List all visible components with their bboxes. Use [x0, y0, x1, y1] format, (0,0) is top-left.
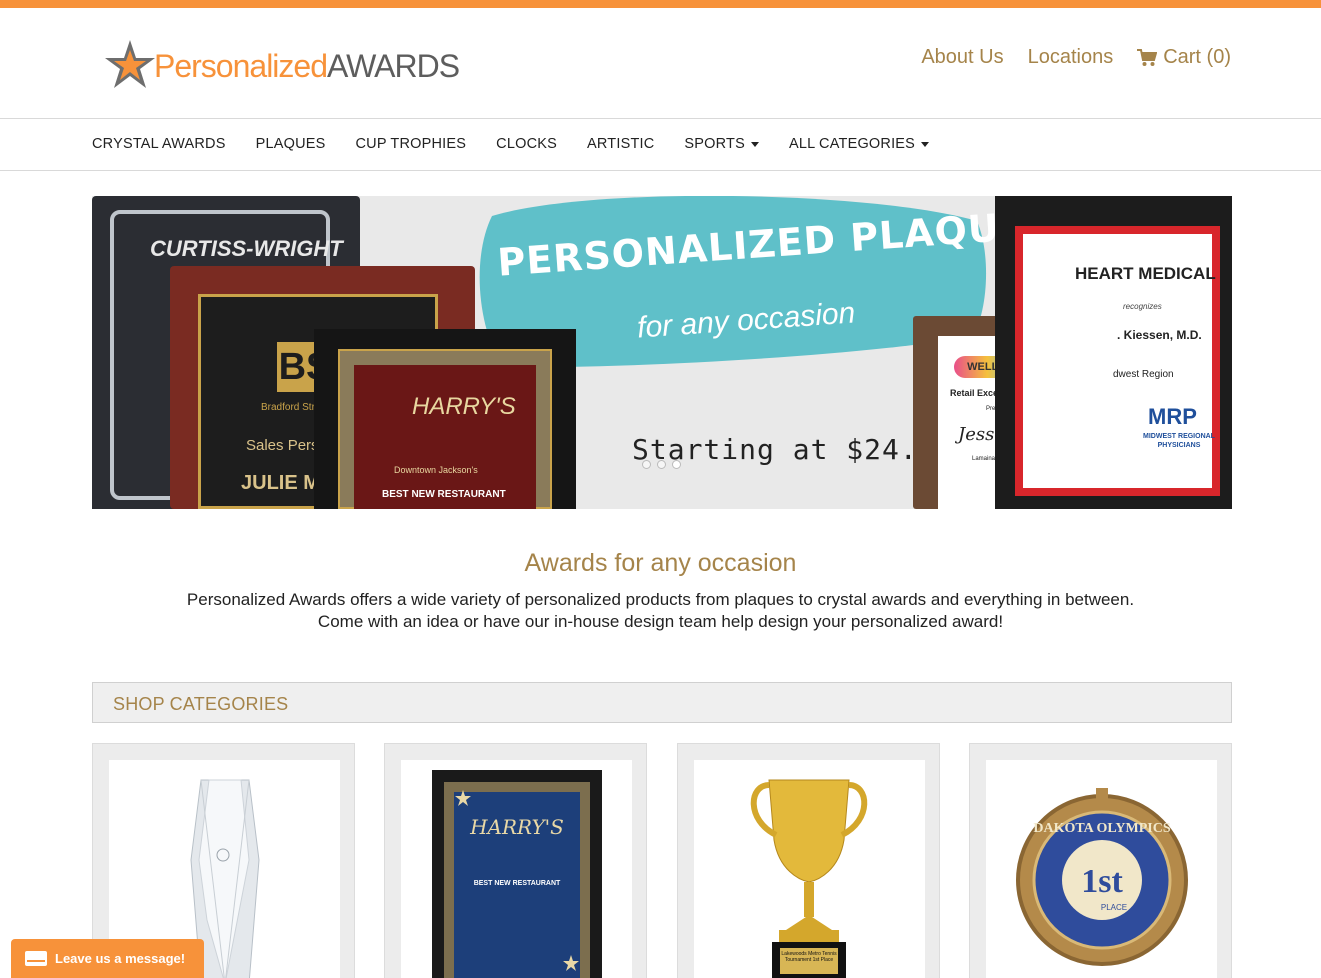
nav-label: ALL CATEGORIES — [788, 136, 916, 152]
plaque-image-red: HEART MEDICAL recognizes . Kiessen, M.D.… — [995, 196, 1232, 509]
nav-label: CRYSTAL AWARDS — [92, 136, 226, 152]
plaque-text: JULIE M — [241, 472, 320, 494]
category-nav: CRYSTAL AWARDS PLAQUES CUP TROPHIES CLOC… — [0, 120, 1321, 171]
nav-label: SPORTS — [684, 136, 745, 152]
top-accent-stripe — [0, 0, 1321, 8]
plaque-text: Bradford Str — [261, 402, 315, 413]
plaque-text: BEST NEW RESTAURANT — [382, 489, 506, 500]
nav-label: ARTISTIC — [587, 136, 655, 152]
plaque-text: dwest Region — [1113, 369, 1174, 380]
nav-crystal-awards[interactable]: CRYSTAL AWARDS — [92, 136, 226, 152]
medal-place-text: PLACE — [1101, 903, 1127, 912]
site-header: PersonalizedAWARDS About Us Locations Ca… — [0, 8, 1321, 119]
plaque-text: HARRY'S — [412, 393, 516, 420]
category-card-cup-trophies[interactable]: Lakewoods Metro Tennis Tournament 1st Pl… — [677, 743, 940, 978]
medal-center-text: 1st — [1081, 863, 1123, 900]
category-card-plaques[interactable]: HARRY'S BEST NEW RESTAURANT — [384, 743, 647, 978]
about-us-link[interactable]: About Us — [921, 46, 1003, 69]
shop-categories-title: SHOP CATEGORIES — [113, 694, 289, 714]
medal-image: DAKOTA OLYMPICS 1st PLACE — [986, 760, 1217, 978]
logo-text-part1: Personalized — [154, 48, 328, 84]
envelope-icon — [25, 951, 47, 966]
caret-down-icon — [921, 141, 930, 147]
site-logo[interactable]: PersonalizedAWARDS — [100, 36, 460, 96]
medal-ring-text: DAKOTA OLYMPICS — [1033, 821, 1171, 836]
header-links: About Us Locations Cart (0) — [921, 46, 1231, 69]
category-card-medals[interactable]: DAKOTA OLYMPICS 1st PLACE — [969, 743, 1232, 978]
plaque-image-star: HARRY'S Downtown Jackson's BEST NEW REST… — [314, 329, 576, 509]
plaque-text: HEART MEDICAL — [1075, 264, 1216, 283]
category-cards: HARRY'S BEST NEW RESTAURANT Lakewoods Me… — [92, 743, 1232, 978]
intro-text: Personalized Awards offers a wide variet… — [0, 589, 1321, 633]
intro-heading: Awards for any occasion — [524, 549, 797, 577]
nav-label: PLAQUES — [255, 136, 326, 152]
nav-cup-trophies[interactable]: CUP TROPHIES — [356, 136, 467, 152]
plaque-text: Downtown Jackson's — [394, 465, 478, 475]
plaque-text: recognizes — [1123, 302, 1162, 311]
plaque-text: CURTISS-WRIGHT — [150, 236, 343, 261]
trophy-plate-text: Lakewoods Metro Tennis Tournament 1st Pl… — [781, 951, 837, 963]
star-logo-icon — [105, 40, 155, 88]
shop-categories-header: SHOP CATEGORIES — [92, 682, 1232, 723]
nav-plaques[interactable]: PLAQUES — [256, 136, 326, 152]
carousel-dot[interactable] — [642, 460, 651, 469]
nav-sports-dropdown[interactable]: SPORTS — [684, 136, 759, 152]
nav-label: CUP TROPHIES — [355, 136, 467, 152]
plaque-image: HARRY'S BEST NEW RESTAURANT — [401, 760, 632, 978]
cart-label: Cart (0) — [1163, 46, 1231, 68]
plaque-text: MIDWEST REGIONAL PHYSICIANS — [1143, 433, 1215, 449]
nav-clocks[interactable]: CLOCKS — [496, 136, 557, 152]
carousel-dot-active[interactable] — [672, 460, 681, 469]
leave-message-button[interactable]: Leave us a message! — [11, 939, 204, 978]
cart-link[interactable]: Cart (0) — [1137, 46, 1231, 69]
carousel-dot[interactable] — [657, 460, 666, 469]
plaque-text: . Kiessen, M.D. — [1117, 328, 1202, 342]
shopping-cart-icon — [1137, 48, 1158, 66]
hero-carousel[interactable]: PERSONALIZED PLAQUES for any occasion St… — [92, 196, 1232, 509]
logo-text-part2: AWARDS — [327, 48, 460, 84]
plaque-logo: MRP — [1148, 404, 1197, 429]
caret-down-icon — [750, 141, 759, 147]
intro-line-1: Personalized Awards offers a wide variet… — [186, 590, 1135, 609]
locations-link[interactable]: Locations — [1028, 46, 1114, 69]
leave-message-label: Leave us a message! — [55, 951, 186, 966]
nav-label: CLOCKS — [496, 136, 557, 152]
card-plaque-line: BEST NEW RESTAURANT — [474, 880, 561, 887]
nav-all-categories-dropdown[interactable]: ALL CATEGORIES — [788, 136, 930, 152]
nav-artistic[interactable]: ARTISTIC — [587, 136, 654, 152]
card-plaque-name: HARRY'S — [469, 815, 564, 839]
cup-trophy-image: Lakewoods Metro Tennis Tournament 1st Pl… — [694, 760, 925, 978]
carousel-indicators — [642, 460, 681, 469]
intro-line-2: Come with an idea or have our in-house d… — [317, 612, 1004, 631]
